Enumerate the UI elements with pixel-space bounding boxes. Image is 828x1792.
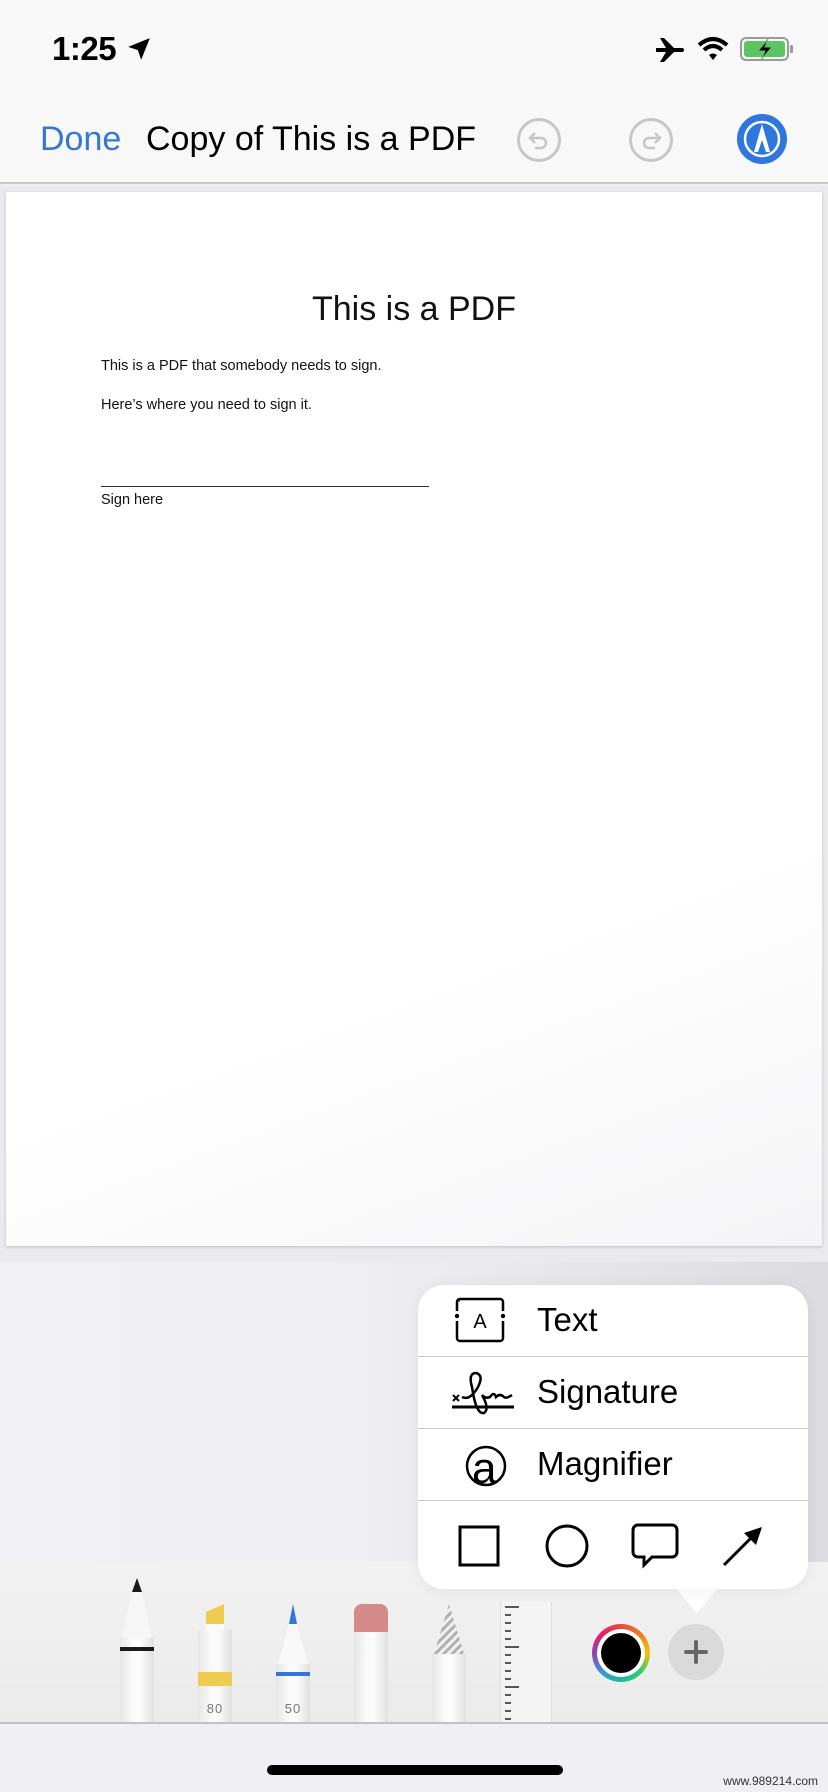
add-annotation-button[interactable] <box>668 1624 724 1680</box>
pdf-paragraph: This is a PDF that somebody needs to sig… <box>101 358 382 374</box>
pencil-opacity: 50 <box>284 1701 302 1716</box>
pdf-page[interactable]: This is a PDF This is a PDF that somebod… <box>6 192 822 1246</box>
pen-tool[interactable] <box>120 1578 154 1722</box>
pdf-paragraph: Here’s where you need to sign it. <box>101 397 312 413</box>
arrow-icon[interactable] <box>718 1521 768 1571</box>
ruler-tool[interactable] <box>500 1602 552 1722</box>
wifi-icon <box>697 37 729 60</box>
document-title: Copy of This is a PDF <box>146 120 477 158</box>
svg-text:a: a <box>472 1444 497 1491</box>
signature-caption: Sign here <box>101 492 164 508</box>
highlighter-opacity: 80 <box>206 1701 224 1716</box>
done-button[interactable]: Done <box>40 120 121 159</box>
signature-line <box>101 486 429 487</box>
current-color-swatch <box>601 1633 641 1673</box>
nav-bar: Done Copy of This is a PDF <box>0 98 828 184</box>
location-arrow-icon <box>128 38 150 60</box>
plus-icon <box>684 1640 708 1664</box>
menu-item-label: Text <box>537 1301 598 1338</box>
speech-bubble-icon[interactable] <box>630 1521 680 1571</box>
lasso-tool[interactable] <box>432 1604 466 1722</box>
eraser-tool[interactable] <box>354 1604 388 1722</box>
color-picker-button[interactable] <box>592 1624 650 1682</box>
menu-item-signature[interactable]: Signature <box>418 1357 808 1429</box>
watermark: www.989214.com <box>723 1774 818 1788</box>
magnifier-icon: a <box>465 1444 507 1491</box>
undo-icon <box>528 132 548 150</box>
markup-pen-icon <box>743 120 781 158</box>
home-indicator[interactable] <box>267 1765 563 1775</box>
menu-item-label: Magnifier <box>537 1445 673 1482</box>
redo-button[interactable] <box>629 118 673 162</box>
circle-shape-icon[interactable] <box>542 1521 592 1571</box>
document-viewer: This is a PDF This is a PDF that somebod… <box>0 186 828 1266</box>
pdf-heading: This is a PDF <box>311 290 517 328</box>
shape-options <box>418 1501 808 1589</box>
status-time: 1:25 <box>52 30 117 67</box>
airplane-mode-icon <box>656 38 684 62</box>
svg-text:A: A <box>473 1311 487 1333</box>
signature-icon <box>452 1371 514 1415</box>
status-bar: 1:25 <box>0 0 828 98</box>
menu-item-text[interactable]: A Text <box>418 1285 808 1357</box>
battery-charging-icon <box>740 37 793 61</box>
popover-arrow <box>673 1585 721 1613</box>
menu-item-magnifier[interactable]: a Magnifier <box>418 1429 808 1501</box>
pencil-tool[interactable]: 50 <box>276 1604 310 1722</box>
menu-item-label: Signature <box>537 1373 679 1410</box>
square-shape-icon[interactable] <box>454 1521 504 1571</box>
text-box-icon: A <box>454 1297 506 1343</box>
markup-toggle-button[interactable] <box>737 114 787 164</box>
redo-icon <box>642 132 662 150</box>
add-annotation-menu: A Text Signature a Magnifier <box>418 1285 808 1589</box>
highlighter-tool[interactable]: 80 <box>198 1604 232 1722</box>
undo-button[interactable] <box>517 118 561 162</box>
